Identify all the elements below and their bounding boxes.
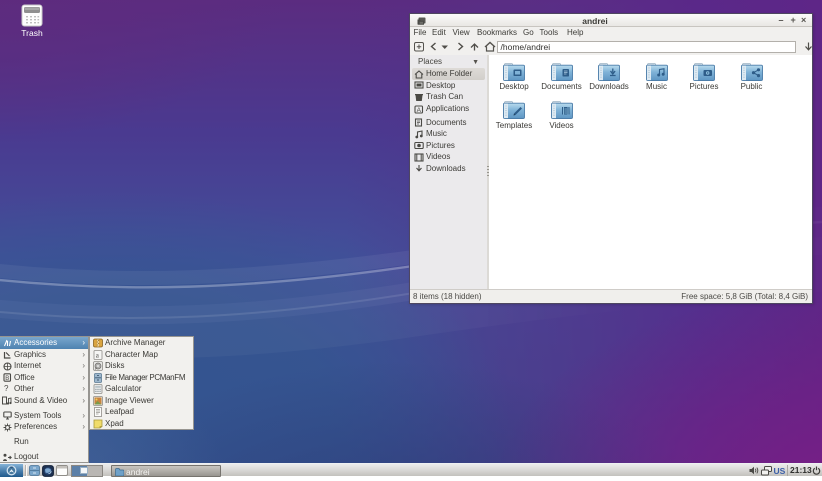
svg-text:A: A <box>417 107 422 114</box>
svg-text:B: B <box>5 376 9 382</box>
